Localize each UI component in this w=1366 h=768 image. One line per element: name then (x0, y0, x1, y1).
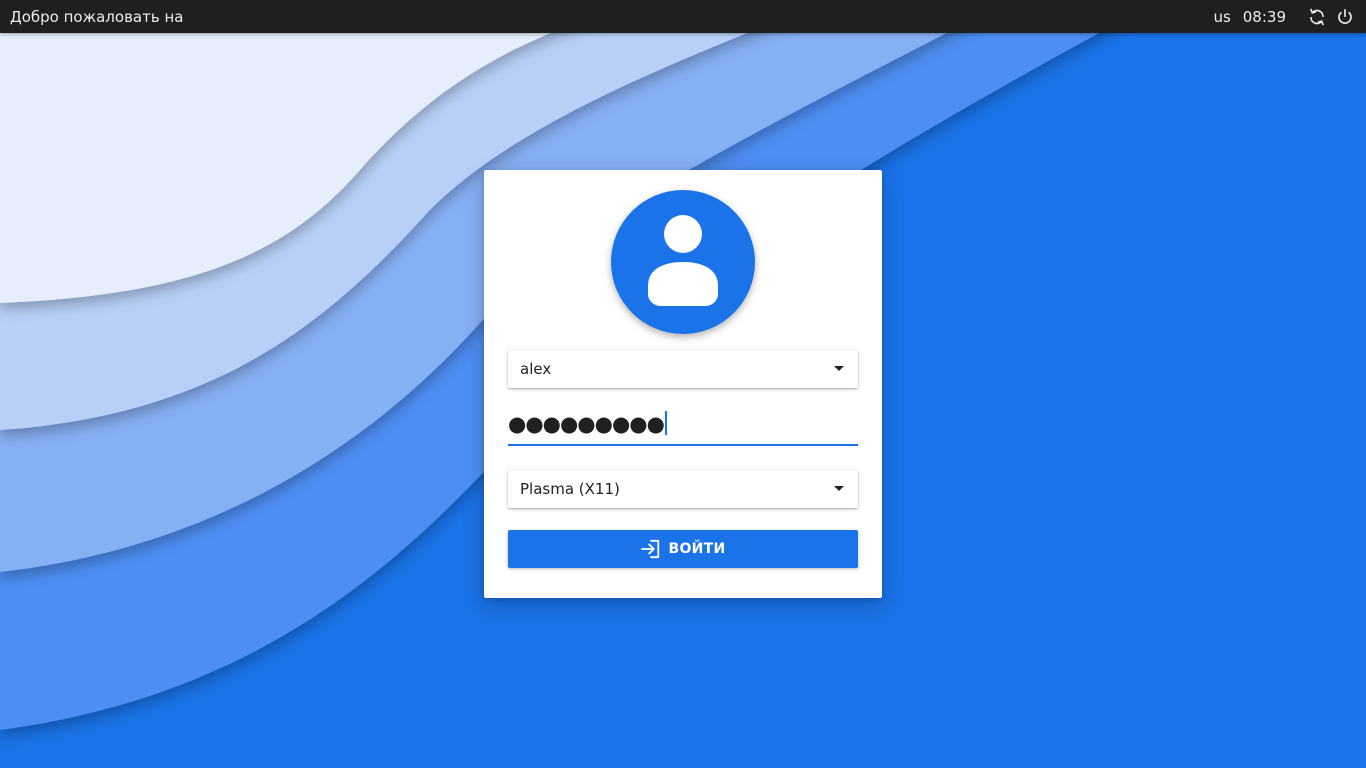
user-select-value: alex (520, 360, 552, 378)
power-icon[interactable] (1334, 6, 1356, 28)
session-select[interactable]: Plasma (X11) (508, 470, 858, 508)
chevron-down-icon (834, 366, 844, 371)
keyboard-layout-indicator[interactable]: us (1213, 8, 1230, 26)
top-panel-tray: us 08:39 (1213, 0, 1356, 33)
welcome-text: Добро пожаловать на (10, 8, 184, 26)
clock: 08:39 (1242, 7, 1286, 26)
session-select-value: Plasma (X11) (520, 480, 620, 498)
password-dots: ●●●●●●●●● (508, 412, 665, 436)
user-avatar-icon (611, 190, 755, 334)
password-mask: ●●●●●●●●● (508, 411, 667, 437)
restart-icon[interactable] (1306, 6, 1328, 28)
user-select[interactable]: alex (508, 350, 858, 388)
chevron-down-icon (834, 486, 844, 491)
text-cursor (664, 411, 667, 435)
password-input[interactable]: ●●●●●●●●● (508, 408, 858, 446)
login-button[interactable]: ВОЙТИ (508, 530, 858, 568)
login-button-label: ВОЙТИ (668, 541, 726, 557)
top-panel: Добро пожаловать на us 08:39 (0, 0, 1366, 33)
login-arrow-icon (640, 539, 662, 559)
login-card: alex ●●●●●●●●● Plasma (X11) ВОЙТИ (484, 170, 882, 598)
